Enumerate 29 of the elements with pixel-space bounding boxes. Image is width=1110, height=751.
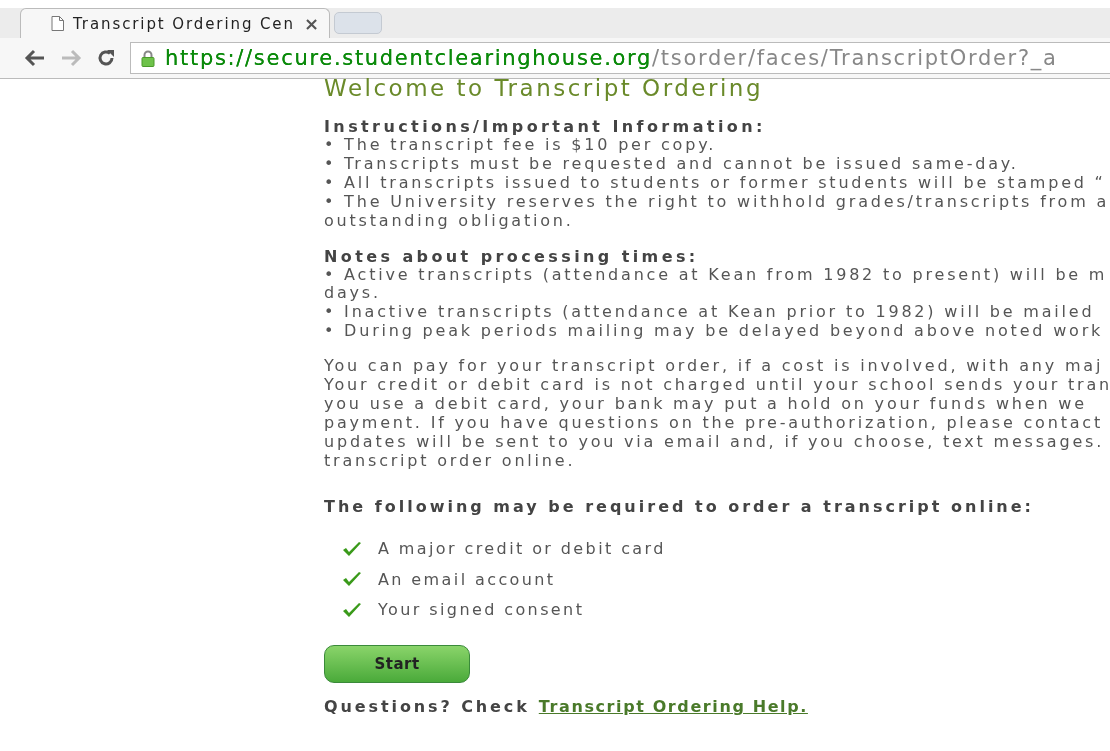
paragraph-text: payment. If you have questions on the pre-authorization, please contact <box>324 413 1104 433</box>
bullet-text: • The transcript fee is $10 per copy. <box>324 136 717 155</box>
section-heading: Notes about processing times: <box>324 246 700 266</box>
paragraph-text: transcript order online. <box>324 451 577 471</box>
browser-tab[interactable]: Transcript Ordering Cen × <box>20 8 330 38</box>
requirements-heading: The following may be required to order a transcript online: <box>324 496 1035 516</box>
bullet-text: days. <box>324 284 382 304</box>
paragraph-text: updates will be sent to you via email and, if you choose, text messages. <box>324 432 1106 452</box>
bullet-text: outstanding obligation. <box>324 211 575 231</box>
paragraph-text: you use a debit card, your bank may put a hold on your funds when we <box>324 394 1088 414</box>
paragraph-text: You can pay for your transcript order, if a cost is involved, with any maj <box>324 357 1105 377</box>
help-link[interactable]: Transcript Ordering Help. <box>538 697 808 717</box>
page-title: Welcome to Transcript Ordering <box>324 77 765 99</box>
paragraph-text: Your credit or debit card is not charged until your school sends your tran <box>324 376 1110 395</box>
tab-title: Transcript Ordering Cen <box>73 14 295 33</box>
start-button[interactable]: Start <box>324 645 470 684</box>
bullet-text: • During peak periods mailing may be delayed beyond above noted work <box>324 322 1105 342</box>
bullet-text: • The University reserves the right to withhold grades/transcripts from a <box>324 192 1110 212</box>
bullet-text: • All transcripts issued to students or former students will be stamped “ <box>324 173 1107 193</box>
requirement-text: Your signed consent <box>378 600 585 620</box>
close-icon[interactable]: × <box>303 13 319 34</box>
questions-text: Questions? Check <box>324 697 530 717</box>
bullet-text: • Transcripts must be requested and cannot be issued same-day. <box>324 154 1020 174</box>
requirement-text: A major credit or debit card <box>378 539 666 559</box>
requirement-text: An email account <box>378 569 556 589</box>
section-heading: Instructions/Important Information: <box>324 117 767 136</box>
bullet-text: • Inactive transcripts (attendance at Kean prior to 1982) will be mailed <box>324 303 1096 323</box>
bullet-text: • Active transcripts (attendance at Kean from 1982 to present) will be m <box>324 265 1109 285</box>
address-bar[interactable]: https://secure.studentclearinghouse.org/tsorder/faces/TranscriptOrder?_a <box>130 42 1110 74</box>
